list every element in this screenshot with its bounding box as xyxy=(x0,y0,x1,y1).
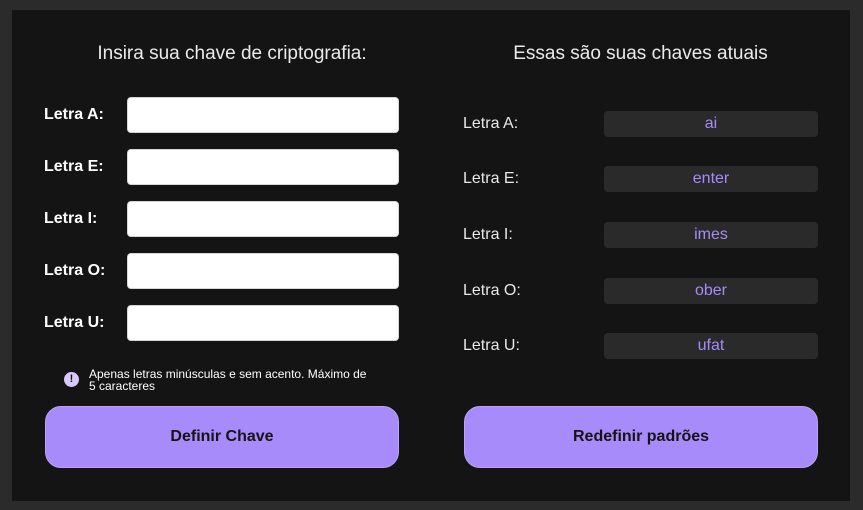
letter-i-input[interactable] xyxy=(127,201,399,237)
hint-text: Apenas letras minúsculas e sem acento. M… xyxy=(89,367,367,393)
current-a-value: ai xyxy=(604,111,818,137)
current-i-value: imes xyxy=(604,222,818,248)
letter-u-label: Letra U: xyxy=(44,314,105,331)
exclamation-icon: ! xyxy=(64,372,79,387)
main-panel: Insira sua chave de criptografia: Letra … xyxy=(12,10,850,501)
define-key-button[interactable]: Definir Chave xyxy=(45,406,399,468)
reset-defaults-button[interactable]: Redefinir padrões xyxy=(464,406,818,468)
current-i-label: Letra I: xyxy=(463,226,513,243)
current-u-label: Letra U: xyxy=(463,337,520,354)
current-keys-heading: Essas são suas chaves atuais xyxy=(513,43,768,64)
letter-o-input[interactable] xyxy=(127,253,399,289)
current-u-value: ufat xyxy=(604,333,818,359)
letter-u-input[interactable] xyxy=(127,305,399,341)
current-o-label: Letra O: xyxy=(463,282,521,299)
letter-a-label: Letra A: xyxy=(44,106,104,123)
current-e-value: enter xyxy=(604,166,818,192)
letter-o-label: Letra O: xyxy=(44,262,106,279)
current-o-value: ober xyxy=(604,278,818,304)
letter-i-label: Letra I: xyxy=(44,210,98,227)
letter-e-input[interactable] xyxy=(127,149,399,185)
letter-a-input[interactable] xyxy=(127,97,399,133)
letter-e-label: Letra E: xyxy=(44,158,104,175)
form-heading: Insira sua chave de criptografia: xyxy=(97,43,367,64)
current-a-label: Letra A: xyxy=(463,115,519,132)
current-e-label: Letra E: xyxy=(463,170,520,187)
